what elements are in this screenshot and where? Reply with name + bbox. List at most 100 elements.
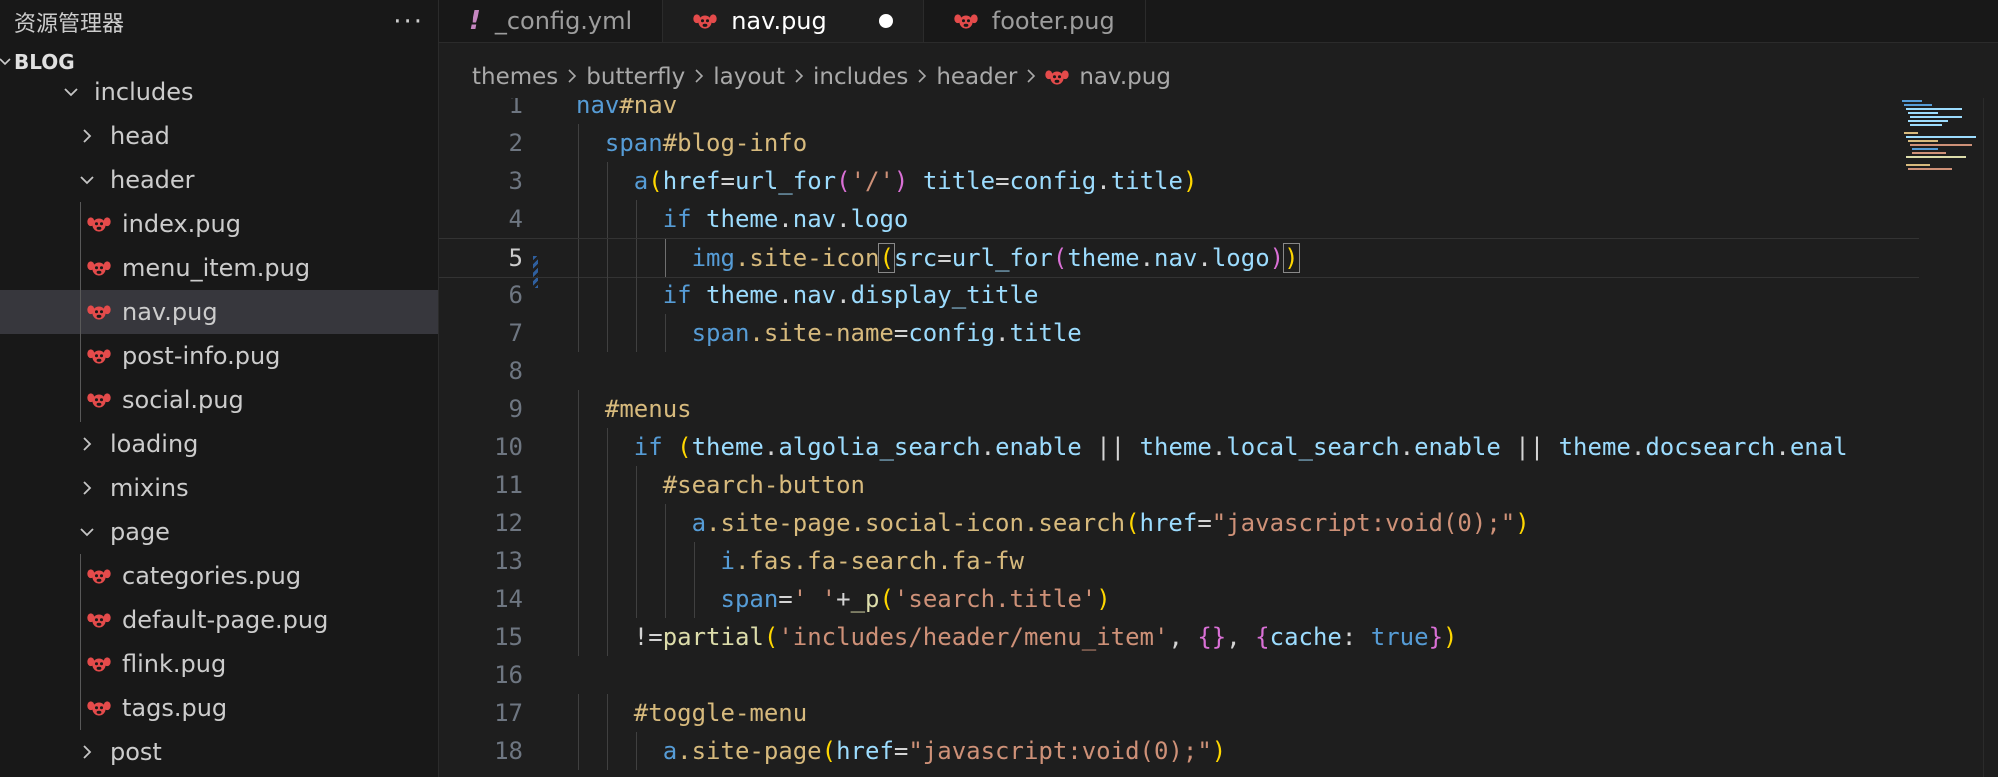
file-item[interactable]: index.pug: [0, 202, 438, 246]
code-editor[interactable]: 1 nav#nav 2 span#blog-info 3 a(href=url_for('…: [439, 98, 1998, 777]
tree-item-label: header: [110, 166, 195, 194]
folder-item[interactable]: head: [0, 114, 438, 158]
file-item[interactable]: tags.pug: [0, 686, 438, 730]
tree-item-label: default-page.pug: [122, 606, 329, 634]
chevron-right-icon: [72, 435, 102, 453]
tree-item-label: page: [110, 518, 170, 546]
indent-guide: [635, 239, 637, 277]
code-line[interactable]: 9 #menus: [439, 390, 1919, 428]
code-line[interactable]: 11 #search-button: [439, 466, 1919, 504]
vertical-scrollbar[interactable]: [1983, 98, 1998, 777]
code-line[interactable]: 3 a(href=url_for('/') title=config.title): [439, 162, 1919, 200]
more-actions-button[interactable]: ···: [393, 7, 424, 37]
code-line[interactable]: 12 a.site-page.social-icon.search(href="j…: [439, 504, 1919, 542]
tree-item-label: flink.pug: [122, 650, 227, 678]
line-number: 16: [494, 661, 523, 689]
code-line[interactable]: 15 !=partial('includes/header/menu_item',…: [439, 618, 1919, 656]
indent-guide: [606, 428, 608, 466]
tab-label: _config.yml: [494, 7, 633, 35]
breadcrumb-item[interactable]: includes: [813, 64, 908, 90]
pug-icon: [84, 260, 114, 277]
indent-guide: [693, 542, 695, 580]
folder-item[interactable]: mixins: [0, 466, 438, 510]
code-line[interactable]: 5 img.site-icon(src=url_for(theme.nav.log…: [439, 238, 1919, 278]
editor-tab[interactable]: footer.pug: [924, 0, 1146, 42]
pug-icon: [84, 304, 114, 321]
chevron-down-icon: [72, 525, 102, 539]
code-line[interactable]: 10 if (theme.algolia_search.enable || the…: [439, 428, 1919, 466]
editor-tab-bar: ! _config.yml nav.pug footer.pug: [439, 0, 1998, 43]
indent-guide: [578, 162, 579, 200]
explorer-sidebar: 资源管理器 ··· BLOG includes head header index.p…: [0, 0, 439, 777]
indent-guide: [664, 314, 666, 352]
code-text: a(href=url_for('/') title=config.title): [633, 167, 1198, 195]
line-number: 18: [494, 737, 523, 765]
tab-label: nav.pug: [731, 7, 827, 35]
code-line[interactable]: 13 i.fas.fa-search.fa-fw: [439, 542, 1919, 580]
folder-item[interactable]: page: [0, 510, 438, 554]
code-line[interactable]: 8: [439, 352, 1919, 390]
code-text: !=partial('includes/header/menu_item', {…: [633, 623, 1458, 651]
vscode-window: 资源管理器 ··· BLOG includes head header index.p…: [0, 0, 1998, 777]
line-number: 4: [508, 205, 523, 233]
file-item[interactable]: post-info.pug: [0, 334, 438, 378]
code-line[interactable]: 1 nav#nav: [439, 98, 1919, 124]
chevron-down-icon: [56, 85, 86, 99]
indent-guide: [606, 504, 608, 542]
code-line[interactable]: 2 span#blog-info: [439, 124, 1919, 162]
chevron-right-icon: [72, 479, 102, 497]
file-item[interactable]: social.pug: [0, 378, 438, 422]
pug-icon: [84, 216, 114, 233]
minimap[interactable]: [1900, 98, 1978, 178]
folder-item[interactable]: loading: [0, 422, 438, 466]
folder-item[interactable]: post: [0, 730, 438, 774]
indent-guide: [606, 314, 608, 352]
breadcrumb-item[interactable]: nav.pug: [1079, 64, 1171, 90]
pug-icon: [84, 392, 114, 409]
indent-guide: [578, 618, 579, 656]
pug-icon: [84, 348, 114, 365]
editor-tab[interactable]: nav.pug: [663, 0, 924, 42]
chevron-right-icon: [693, 64, 705, 90]
breadcrumb-item[interactable]: header: [936, 64, 1017, 90]
file-item[interactable]: default-page.pug: [0, 598, 438, 642]
breadcrumb-item[interactable]: butterfly: [586, 64, 685, 90]
indent-guide: [578, 694, 579, 732]
indent-guide: [606, 200, 608, 238]
line-number: 9: [508, 395, 523, 423]
indent-guide: [635, 276, 637, 314]
indent-guide: [578, 239, 579, 277]
editor-tab[interactable]: ! _config.yml: [439, 0, 664, 42]
line-number: 17: [494, 699, 523, 727]
indent-guide: [578, 732, 579, 770]
pug-icon: [693, 13, 717, 30]
indent-guide: [635, 466, 637, 504]
code-text: span.site-name=config.title: [691, 319, 1082, 347]
breadcrumb-item[interactable]: themes: [472, 64, 558, 90]
pug-icon: [84, 612, 114, 629]
line-number: 5: [508, 244, 523, 272]
code-line[interactable]: 16: [439, 656, 1919, 694]
file-item[interactable]: nav.pug: [0, 290, 438, 334]
code-line[interactable]: 7 span.site-name=config.title: [439, 314, 1919, 352]
folder-item[interactable]: header: [0, 158, 438, 202]
folder-item[interactable]: includes: [0, 70, 438, 114]
line-number: 6: [508, 281, 523, 309]
indent-guide: [606, 239, 608, 277]
tab-label: footer.pug: [991, 7, 1115, 35]
file-item[interactable]: categories.pug: [0, 554, 438, 598]
code-line[interactable]: 4 if theme.nav.logo: [439, 200, 1919, 238]
tree-item-label: mixins: [110, 474, 189, 502]
breadcrumb-item[interactable]: layout: [713, 64, 785, 90]
code-line[interactable]: 17 #toggle-menu: [439, 694, 1919, 732]
code-line[interactable]: 6 if theme.nav.display_title: [439, 276, 1919, 314]
file-item[interactable]: menu_item.pug: [0, 246, 438, 290]
line-number: 2: [508, 129, 523, 157]
code-line[interactable]: 18 a.site-page(href="javascript:void(0);"…: [439, 732, 1919, 770]
code-line[interactable]: 14 span=' '+_p('search.title'): [439, 580, 1919, 618]
tree-item-label: nav.pug: [122, 298, 218, 326]
file-item[interactable]: flink.pug: [0, 642, 438, 686]
chevron-right-icon: [72, 743, 102, 761]
line-number: 10: [494, 433, 523, 461]
unsaved-dot-icon[interactable]: [878, 14, 893, 28]
